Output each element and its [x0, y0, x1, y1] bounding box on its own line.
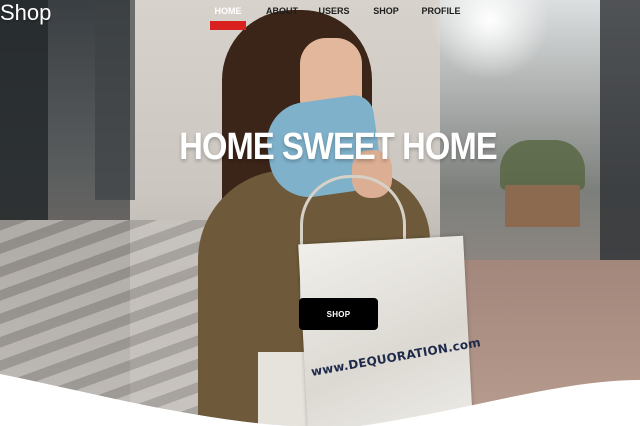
nav-item-shop[interactable]: SHOP: [366, 0, 406, 28]
nav-item-label: SHOP: [373, 6, 399, 16]
planter: [505, 185, 580, 227]
bottom-wave-divider: [0, 374, 640, 426]
nav-item-label: HOME: [214, 6, 242, 16]
hero-title: HOME SWEET HOME: [179, 126, 497, 168]
building-pillar: [95, 0, 135, 200]
nav-item-label: USERS: [318, 6, 350, 16]
nav-item-users[interactable]: USERS: [314, 0, 354, 28]
building-pillar: [0, 0, 48, 220]
nav-item-profile[interactable]: PROFILE: [416, 0, 466, 28]
main-navigation: HOME ABOUT USERS SHOP PROFILE: [210, 0, 466, 30]
nav-item-about[interactable]: ABOUT: [254, 0, 310, 28]
nav-item-label: PROFILE: [421, 6, 461, 16]
brand-logo[interactable]: Shop: [0, 0, 51, 26]
nav-item-home[interactable]: HOME: [210, 0, 246, 30]
shop-button[interactable]: SHOP: [299, 298, 378, 330]
active-indicator: [210, 21, 246, 30]
nav-item-label: ABOUT: [266, 6, 298, 16]
